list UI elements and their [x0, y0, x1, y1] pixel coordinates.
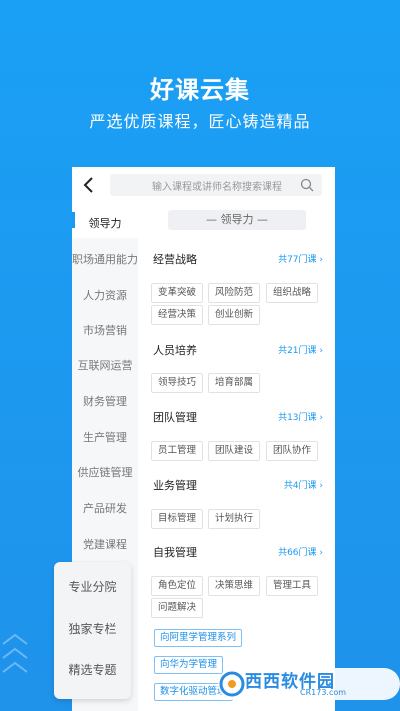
- back-arrow-icon[interactable]: [81, 176, 97, 194]
- more-link[interactable]: 共13门课 ›: [278, 410, 323, 423]
- category-title: 经营战略: [153, 253, 197, 266]
- sidebar-item-supply-chain[interactable]: 供应链管理: [72, 464, 138, 480]
- tag[interactable]: 决策思维: [208, 576, 261, 596]
- series-link[interactable]: 向阿里学管理系列: [154, 629, 243, 647]
- search-icon[interactable]: [300, 178, 314, 192]
- search-placeholder: 输入课程或讲师名称搜索课程: [152, 182, 282, 193]
- chevron-up-icon: [2, 661, 28, 673]
- sidebar-item-production[interactable]: 生产管理: [72, 429, 138, 445]
- hero-subtitle: 严选优质课程，匠心铸造精品: [89, 112, 311, 131]
- tag[interactable]: 培育部属: [208, 373, 261, 393]
- watermark-url: CR173.com: [300, 688, 347, 697]
- sidebar-item-leadership[interactable]: 领导力: [72, 215, 138, 231]
- sidebar-item-finance[interactable]: 财务管理: [72, 393, 138, 409]
- search-input[interactable]: 输入课程或讲师名称搜索课程: [110, 174, 322, 196]
- float-item-column[interactable]: 独家专栏: [54, 620, 131, 637]
- hero-title: 好课云集: [150, 76, 250, 104]
- sidebar-item-marketing[interactable]: 市场营销: [72, 322, 138, 338]
- chevron-up-icon: [2, 647, 28, 659]
- more-link[interactable]: 共4门课 ›: [284, 478, 323, 491]
- tag[interactable]: 问题解决: [151, 598, 204, 618]
- sidebar-item-party[interactable]: 党建课程: [72, 536, 138, 552]
- section-header: — 领导力 —: [168, 210, 306, 230]
- sidebar-item-rnd[interactable]: 产品研发: [72, 500, 138, 516]
- tag[interactable]: 角色定位: [151, 576, 204, 596]
- tag[interactable]: 团队协作: [266, 441, 319, 461]
- top-bar: 输入课程或讲师名称搜索课程: [72, 167, 335, 203]
- floating-quick-panel: 专业分院 独家专栏 精选专题: [54, 562, 131, 699]
- chevron-up-icon: [2, 633, 28, 645]
- tag[interactable]: 经营决策: [151, 305, 204, 325]
- tag[interactable]: 变革突破: [151, 283, 204, 303]
- series-link[interactable]: 向华为学管理: [154, 656, 224, 674]
- category-title: 自我管理: [153, 546, 197, 559]
- tag[interactable]: 团队建设: [208, 441, 261, 461]
- sidebar-item-internet-ops[interactable]: 互联网运营: [72, 357, 138, 373]
- tag[interactable]: 计划执行: [208, 509, 261, 529]
- tag[interactable]: 目标管理: [151, 509, 204, 529]
- more-link[interactable]: 共21门课 ›: [278, 343, 323, 356]
- tag[interactable]: 风险防范: [208, 283, 261, 303]
- tag[interactable]: 领导技巧: [151, 373, 204, 393]
- float-item-topic[interactable]: 精选专题: [54, 661, 131, 678]
- more-link[interactable]: 共77门课 ›: [278, 252, 323, 265]
- category-title: 人员培养: [153, 344, 197, 357]
- category-title: 团队管理: [153, 411, 197, 424]
- more-link[interactable]: 共66门课 ›: [278, 545, 323, 558]
- tag[interactable]: 组织战略: [266, 283, 319, 303]
- float-item-academy[interactable]: 专业分院: [54, 578, 131, 595]
- tag[interactable]: 创业创新: [208, 305, 261, 325]
- category-title: 业务管理: [153, 479, 197, 492]
- sidebar-item-hr[interactable]: 人力资源: [72, 287, 138, 303]
- tag[interactable]: 员工管理: [151, 441, 204, 461]
- tag[interactable]: 管理工具: [266, 576, 319, 596]
- sidebar-item-workplace[interactable]: 职场通用能力: [72, 251, 138, 267]
